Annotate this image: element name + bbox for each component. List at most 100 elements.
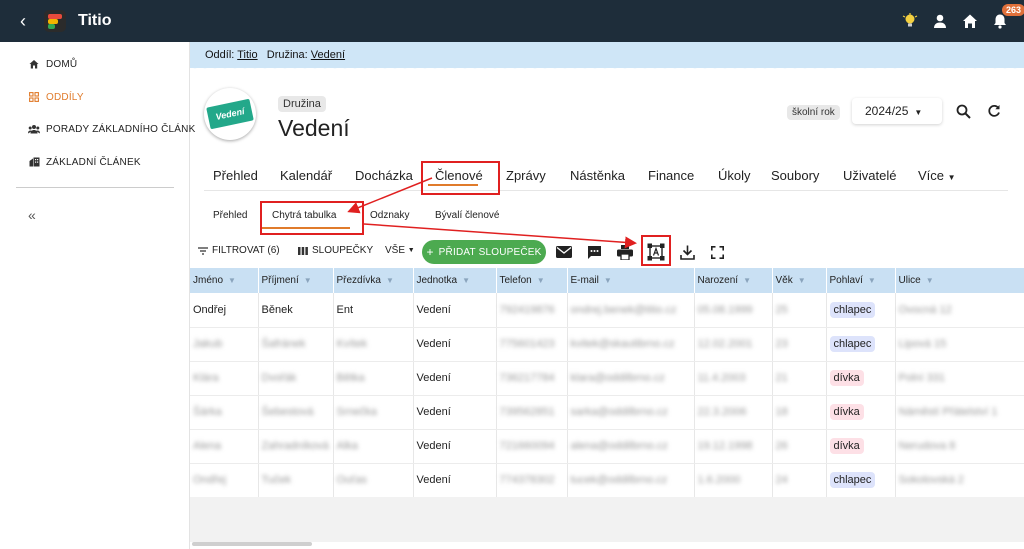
cell-email[interactable]: kvitek@skautibrno.cz bbox=[567, 327, 695, 362]
cell-pohlavi[interactable]: dívka bbox=[826, 361, 896, 396]
sort-icon[interactable]: ▼ bbox=[537, 276, 545, 285]
cell-pohlavi[interactable]: chlapec bbox=[826, 293, 896, 328]
sidebar-item-zakladni-clanek[interactable]: ZÁKLADNÍ ČLÁNEK bbox=[28, 156, 141, 168]
tab-prehled[interactable]: Přehled bbox=[213, 168, 258, 183]
sort-icon[interactable]: ▼ bbox=[743, 276, 751, 285]
tab-vice[interactable]: Více ▼ bbox=[918, 168, 956, 183]
cell-jednotka[interactable]: Vedení bbox=[413, 429, 497, 464]
column-header[interactable]: E-mail ▼ bbox=[567, 268, 695, 293]
tab-dochazka[interactable]: Docházka bbox=[355, 168, 413, 183]
cell-email[interactable]: ondrej.benek@titio.cz bbox=[567, 293, 695, 328]
cell-jmeno[interactable]: Ondřej bbox=[190, 293, 259, 328]
cell-email[interactable]: sarka@oddilbrno.cz bbox=[567, 395, 695, 430]
cell-telefon[interactable]: 774378302 bbox=[496, 463, 568, 497]
cell-pohlavi[interactable]: dívka bbox=[826, 395, 896, 430]
column-header[interactable]: Věk ▼ bbox=[772, 268, 827, 293]
cell-prezdivka[interactable]: Ent bbox=[333, 293, 414, 328]
collapse-sidebar-icon[interactable]: « bbox=[28, 207, 36, 223]
subtab-prehled[interactable]: Přehled bbox=[213, 210, 247, 221]
cell-ulice[interactable]: Lipová 15 bbox=[895, 327, 1024, 362]
cell-jednotka[interactable]: Vedení bbox=[413, 293, 497, 328]
cell-prezdivka[interactable]: Bětka bbox=[333, 361, 414, 396]
cell-jednotka[interactable]: Vedení bbox=[413, 395, 497, 430]
sort-icon[interactable]: ▼ bbox=[386, 276, 394, 285]
column-header[interactable]: Telefon ▼ bbox=[496, 268, 568, 293]
school-year-select[interactable]: 2024/25 ▼ bbox=[852, 98, 942, 124]
cell-ulice[interactable]: Náměstí Přátelství 1 bbox=[895, 395, 1024, 430]
cell-vek[interactable]: 24 bbox=[772, 463, 827, 497]
cell-email[interactable]: klara@oddilbrno.cz bbox=[567, 361, 695, 396]
sort-icon[interactable]: ▼ bbox=[868, 276, 876, 285]
subtab-byvali-clenove[interactable]: Bývalí členové bbox=[435, 210, 499, 221]
sort-icon[interactable]: ▼ bbox=[304, 276, 312, 285]
cell-jmeno[interactable]: Klára bbox=[190, 361, 259, 396]
sort-icon[interactable]: ▼ bbox=[228, 276, 236, 285]
tab-kalendar[interactable]: Kalendář bbox=[280, 168, 332, 183]
cell-narozeni[interactable]: 19.12.1998 bbox=[694, 429, 773, 464]
tab-ukoly[interactable]: Úkoly bbox=[718, 168, 751, 183]
cell-ulice[interactable]: Ovocná 12 bbox=[895, 293, 1024, 328]
cell-ulice[interactable]: Sokolovská 2 bbox=[895, 463, 1024, 497]
user-icon[interactable] bbox=[932, 13, 948, 29]
subtab-odznaky[interactable]: Odznaky bbox=[370, 210, 409, 221]
cell-telefon[interactable]: 736217784 bbox=[496, 361, 568, 396]
column-header[interactable]: Narození ▼ bbox=[694, 268, 773, 293]
cell-jmeno[interactable]: Ondřej bbox=[190, 463, 259, 497]
column-header[interactable]: Ulice ▼ bbox=[895, 268, 1024, 293]
cell-prezdivka[interactable]: Kvítek bbox=[333, 327, 414, 362]
cell-prijmeni[interactable]: Zahradníková bbox=[258, 429, 334, 464]
cell-jednotka[interactable]: Vedení bbox=[413, 327, 497, 362]
sort-icon[interactable]: ▼ bbox=[462, 276, 470, 285]
cell-telefon[interactable]: 721660094 bbox=[496, 429, 568, 464]
home-icon[interactable] bbox=[962, 13, 978, 29]
sort-icon[interactable]: ▼ bbox=[798, 276, 806, 285]
cell-narozeni[interactable]: 05.08.1999 bbox=[694, 293, 773, 328]
cell-narozeni[interactable]: 22.3.2006 bbox=[694, 395, 773, 430]
bell-icon[interactable]: 263 bbox=[992, 4, 1024, 29]
column-header[interactable]: Jednotka ▼ bbox=[413, 268, 497, 293]
tab-uzivatele[interactable]: Uživatelé bbox=[843, 168, 896, 183]
cell-pohlavi[interactable]: chlapec bbox=[826, 463, 896, 497]
cell-telefon[interactable]: 739562851 bbox=[496, 395, 568, 430]
cell-narozeni[interactable]: 1.6.2000 bbox=[694, 463, 773, 497]
breadcrumb-druzina-link[interactable]: Vedení bbox=[311, 49, 345, 61]
filter-button[interactable]: FILTROVAT (6) bbox=[198, 245, 280, 256]
cell-jednotka[interactable]: Vedení bbox=[413, 361, 497, 396]
print-icon[interactable] bbox=[615, 242, 635, 262]
back-icon[interactable]: ‹ bbox=[20, 12, 34, 30]
cell-pohlavi[interactable]: dívka bbox=[826, 429, 896, 464]
sms-icon[interactable] bbox=[584, 242, 604, 262]
tab-soubory[interactable]: Soubory bbox=[771, 168, 819, 183]
cell-telefon[interactable]: 775601423 bbox=[496, 327, 568, 362]
column-header[interactable]: Přezdívka ▼ bbox=[333, 268, 414, 293]
cell-jmeno[interactable]: Alena bbox=[190, 429, 259, 464]
column-header[interactable]: Pohlaví ▼ bbox=[826, 268, 896, 293]
cell-prijmeni[interactable]: Šebestová bbox=[258, 395, 334, 430]
refresh-icon[interactable] bbox=[987, 104, 1001, 123]
cell-vek[interactable]: 26 bbox=[772, 429, 827, 464]
table-row[interactable]: Ondřej Tuček Ouťas Vedení 774378302 tucek@odd… bbox=[190, 463, 1024, 497]
cell-pohlavi[interactable]: chlapec bbox=[826, 327, 896, 362]
cell-prijmeni[interactable]: Šafránek bbox=[258, 327, 334, 362]
column-header[interactable]: Příjmení ▼ bbox=[258, 268, 334, 293]
cell-prijmeni[interactable]: Tuček bbox=[258, 463, 334, 497]
sidebar-item-domu[interactable]: DOMŮ bbox=[28, 58, 77, 70]
sidebar-item-porady[interactable]: PORADY ZÁKLADNÍHO ČLÁNK bbox=[28, 123, 195, 135]
tab-finance[interactable]: Finance bbox=[648, 168, 694, 183]
cell-ulice[interactable]: Nerudova 8 bbox=[895, 429, 1024, 464]
cell-prijmeni[interactable]: Běnek bbox=[258, 293, 334, 328]
cell-vek[interactable]: 18 bbox=[772, 395, 827, 430]
table-row[interactable]: Šárka Šebestová Srnečka Vedení 739562851 sark… bbox=[190, 395, 1024, 430]
sort-icon[interactable]: ▼ bbox=[926, 276, 934, 285]
cell-jmeno[interactable]: Šárka bbox=[190, 395, 259, 430]
column-header[interactable]: Jméno ▼ bbox=[190, 268, 259, 293]
tab-nastenka[interactable]: Nástěnka bbox=[570, 168, 625, 183]
cell-narozeni[interactable]: 12.02.2001 bbox=[694, 327, 773, 362]
cell-jmeno[interactable]: Jakub bbox=[190, 327, 259, 362]
fullscreen-icon[interactable] bbox=[707, 242, 727, 262]
add-column-button[interactable]: + PŘIDAT SLOUPEČEK bbox=[422, 240, 546, 264]
table-row[interactable]: Jakub Šafránek Kvítek Vedení 775601423 kvitek… bbox=[190, 327, 1024, 362]
lightbulb-icon[interactable] bbox=[902, 13, 918, 29]
cell-telefon[interactable]: 792419876 bbox=[496, 293, 568, 328]
cell-jednotka[interactable]: Vedení bbox=[413, 463, 497, 497]
